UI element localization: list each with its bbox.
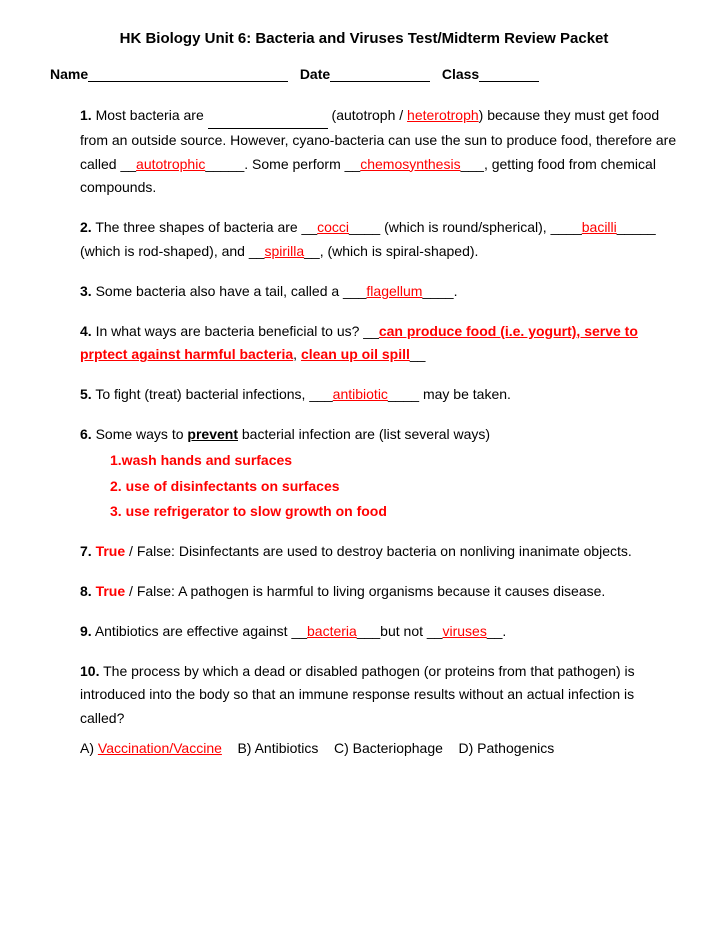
q2-bacilli: bacilli: [582, 219, 617, 235]
q10-number: 10.: [80, 663, 99, 679]
q6-list-item-2: 2. use of disinfectants on surfaces: [110, 475, 678, 499]
class-line: [479, 65, 539, 82]
question-1: 1. Most bacteria are (autotroph / hetero…: [80, 104, 678, 200]
q6-prevent: prevent: [187, 426, 238, 442]
name-line: [88, 65, 288, 82]
q6-number: 6.: [80, 426, 92, 442]
q4-text: In what ways are bacteria beneficial to …: [80, 323, 638, 363]
q1-heterotroph: heterotroph: [407, 107, 479, 123]
q6-list: 1.wash hands and surfaces 2. use of disi…: [110, 449, 678, 524]
q1-chemosynthesis: chemosynthesis: [360, 156, 460, 172]
name-label: Name: [50, 66, 88, 82]
q6-list-item-1: 1.wash hands and surfaces: [110, 449, 678, 473]
q2-number: 2.: [80, 219, 92, 235]
q10-choice-d: Pathogenics: [477, 740, 554, 756]
q3-flagellum: flagellum: [366, 283, 422, 299]
q2-text: The three shapes of bacteria are __cocci…: [80, 219, 656, 259]
q8-text: True / False: A pathogen is harmful to l…: [96, 583, 606, 599]
question-10: 10. The process by which a dead or disab…: [80, 660, 678, 761]
q9-number: 9.: [80, 623, 92, 639]
q4-number: 4.: [80, 323, 92, 339]
q10-choice-d-label: D): [458, 740, 477, 756]
page-title: HK Biology Unit 6: Bacteria and Viruses …: [50, 30, 678, 47]
question-5: 5. To fight (treat) bacterial infections…: [80, 383, 678, 407]
q7-true: True: [96, 543, 126, 559]
question-8: 8. True / False: A pathogen is harmful t…: [80, 580, 678, 604]
question-3: 3. Some bacteria also have a tail, calle…: [80, 280, 678, 304]
questions-container: 1. Most bacteria are (autotroph / hetero…: [50, 104, 678, 761]
q10-choice-c: Bacteriophage: [353, 740, 443, 756]
q3-text: Some bacteria also have a tail, called a…: [96, 283, 458, 299]
question-6: 6. Some ways to prevent bacterial infect…: [80, 423, 678, 524]
q3-number: 3.: [80, 283, 92, 299]
question-7: 7. True / False: Disinfectants are used …: [80, 540, 678, 564]
q10-choice-a-label: A): [80, 740, 98, 756]
question-9: 9. Antibiotics are effective against __b…: [80, 620, 678, 644]
q5-antibiotic: antibiotic: [333, 386, 388, 402]
question-4: 4. In what ways are bacteria beneficial …: [80, 320, 678, 368]
date-line: [330, 65, 430, 82]
q1-text: Most bacteria are (autotroph / heterotro…: [80, 107, 676, 195]
q10-choice-c-label: C): [334, 740, 353, 756]
q9-viruses: viruses: [442, 623, 486, 639]
q5-number: 5.: [80, 386, 92, 402]
q5-text: To fight (treat) bacterial infections, _…: [95, 386, 511, 402]
q7-number: 7.: [80, 543, 92, 559]
q1-autotrophic: autotrophic: [136, 156, 205, 172]
q2-cocci: cocci: [317, 219, 349, 235]
q8-true: True: [96, 583, 126, 599]
date-label: Date: [300, 66, 330, 82]
q1-number: 1.: [80, 107, 92, 123]
q8-number: 8.: [80, 583, 92, 599]
q2-spirilla: spirilla: [264, 243, 304, 259]
q7-text: True / False: Disinfectants are used to …: [96, 543, 632, 559]
q10-choices: A) Vaccination/Vaccine B) Antibiotics C)…: [80, 737, 678, 761]
q10-choice-a: Vaccination/Vaccine: [98, 740, 222, 756]
q10-choice-b-label: B): [237, 740, 254, 756]
class-label: Class: [442, 66, 479, 82]
q9-bacteria: bacteria: [307, 623, 357, 639]
header-row: Name Date Class: [50, 65, 678, 82]
q10-choice-b: Antibiotics: [255, 740, 319, 756]
question-2: 2. The three shapes of bacteria are __co…: [80, 216, 678, 264]
q9-text: Antibiotics are effective against __bact…: [95, 623, 506, 639]
q6-list-item-3: 3. use refrigerator to slow growth on fo…: [110, 500, 678, 524]
q10-text: The process by which a dead or disabled …: [80, 663, 635, 727]
q6-text: Some ways to prevent bacterial infection…: [96, 426, 491, 442]
q4-answer2: clean up oil spill: [301, 346, 410, 362]
